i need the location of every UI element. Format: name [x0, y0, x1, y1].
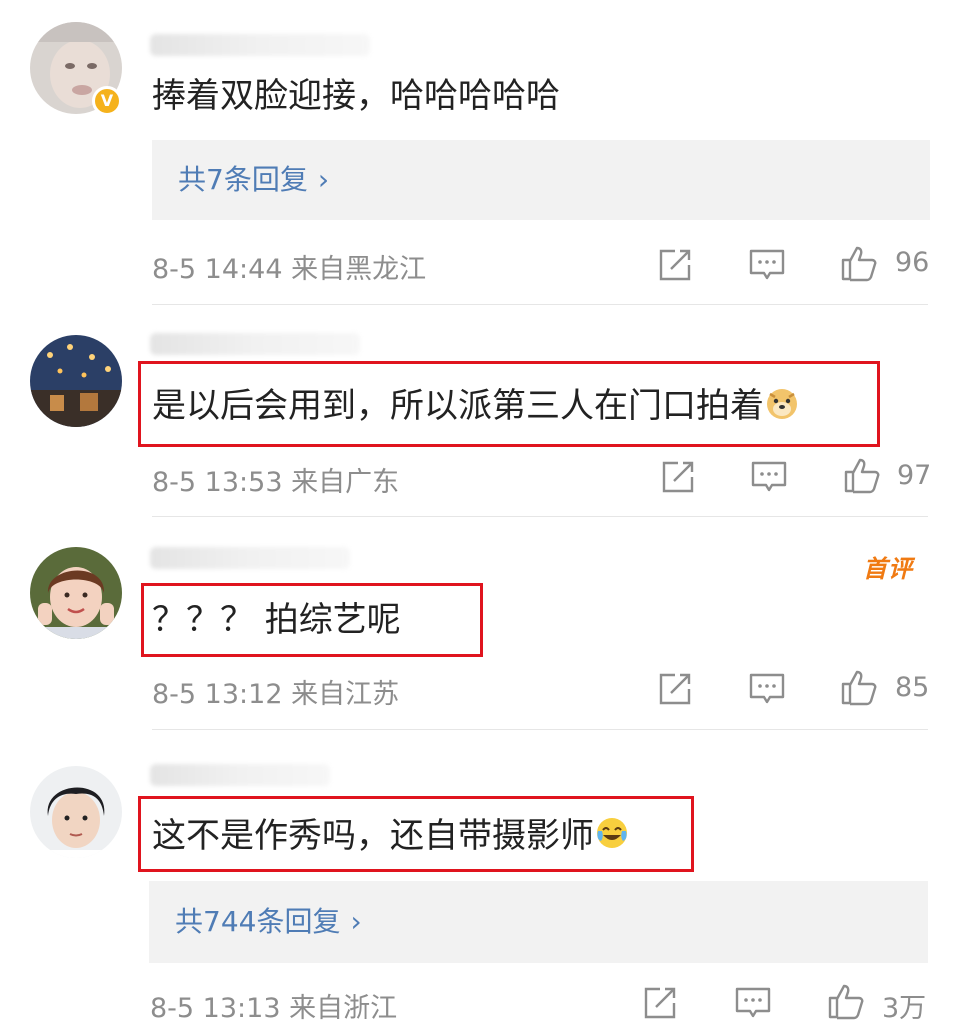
like-count: 3万: [882, 993, 927, 1024]
comment-text-content: 这不是作秀吗，还自带摄影师: [152, 816, 594, 856]
comment-text: 是以后会用到，所以派第三人在门口拍着: [152, 385, 800, 430]
comment-icon[interactable]: [748, 246, 786, 284]
thumbs-up-icon[interactable]: [840, 668, 878, 706]
comment-location: 来自广东: [291, 467, 400, 498]
share-icon[interactable]: [640, 984, 678, 1022]
username-blurred[interactable]: [150, 333, 360, 355]
avatar[interactable]: [30, 766, 122, 858]
comment-icon[interactable]: [748, 670, 786, 708]
view-replies-button[interactable]: 共7条回复 ›: [152, 140, 930, 220]
username-blurred[interactable]: [150, 34, 370, 56]
comment-item: 这不是作秀吗，还自带摄影师 共744条回复 › 8-5 13:13 来自浙江 3万: [0, 730, 960, 1036]
comment-time: 8-5 14:44: [152, 254, 283, 285]
share-icon[interactable]: [658, 458, 696, 496]
comment-time: 8-5 13:53: [152, 467, 283, 498]
avatar[interactable]: [30, 547, 122, 639]
comment-item: 是以后会用到，所以派第三人在门口拍着 8-5 13:53 来自广东 97: [0, 305, 960, 517]
share-icon[interactable]: [655, 246, 693, 284]
comment-icon[interactable]: [750, 458, 788, 496]
comment-text: 捧着双脸迎接，哈哈哈哈哈: [152, 76, 560, 116]
comment-icon[interactable]: [734, 984, 772, 1022]
doge-emoji-icon: [764, 385, 800, 430]
comment-item: 首评 ？？？ 拍综艺呢 8-5 13:12 来自江苏 85: [0, 517, 960, 730]
view-replies-button[interactable]: 共744条回复 ›: [149, 881, 928, 963]
comment-meta: 8-5 13:12 来自江苏: [152, 672, 399, 711]
like-count: 96: [895, 247, 930, 278]
comment-meta: 8-5 14:44 来自黑龙江: [152, 247, 426, 286]
username-blurred[interactable]: [150, 547, 350, 569]
like-count: 97: [897, 460, 932, 491]
replies-count: 共7条回复: [178, 163, 308, 196]
thumbs-up-icon[interactable]: [840, 244, 878, 282]
chevron-right-icon: ›: [317, 163, 330, 196]
comment-location: 来自江苏: [291, 679, 400, 710]
avatar[interactable]: [30, 335, 122, 427]
comment-text-content: 是以后会用到，所以派第三人在门口拍着: [152, 386, 764, 426]
comment-location: 来自浙江: [289, 993, 398, 1024]
first-comment-badge: 首评: [863, 555, 913, 583]
share-icon[interactable]: [655, 670, 693, 708]
thumbs-up-icon[interactable]: [827, 982, 865, 1020]
replies-count: 共744条回复: [175, 905, 341, 938]
thumbs-up-icon[interactable]: [843, 456, 881, 494]
comment-time: 8-5 13:12: [152, 679, 283, 710]
chevron-right-icon: ›: [350, 905, 362, 938]
username-blurred[interactable]: [150, 764, 330, 786]
verified-badge-icon: V: [92, 86, 122, 116]
laugh-cry-emoji-icon: [594, 815, 630, 860]
comment-item: V 捧着双脸迎接，哈哈哈哈哈 共7条回复 › 8-5 14:44 来自黑龙江 96: [0, 0, 960, 305]
comment-time: 8-5 13:13: [150, 993, 281, 1024]
comment-text: 这不是作秀吗，还自带摄影师: [152, 815, 630, 860]
comment-meta: 8-5 13:53 来自广东: [152, 460, 399, 499]
comment-meta: 8-5 13:13 来自浙江: [150, 986, 397, 1025]
comment-text: ？？？ 拍综艺呢: [152, 600, 401, 640]
like-count: 85: [895, 672, 930, 703]
comment-location: 来自黑龙江: [291, 254, 427, 285]
